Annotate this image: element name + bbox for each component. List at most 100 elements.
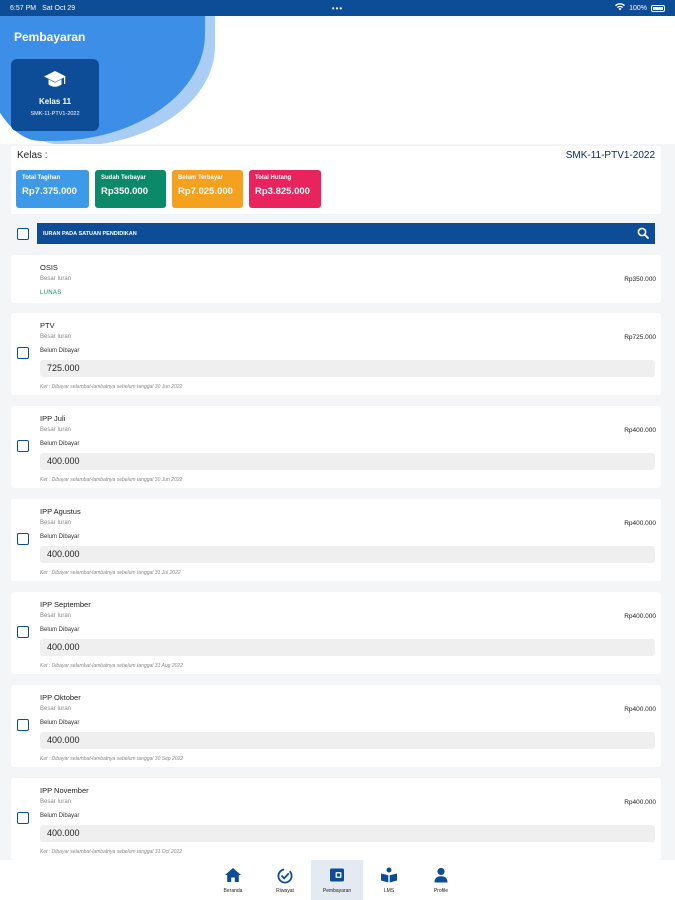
tab-riwayat[interactable]: Riwayat: [259, 860, 311, 900]
list-item-ptv: PTV Besar Iuran Rp725.000 Belum Dibayar …: [11, 313, 661, 395]
tab-profile[interactable]: Profile: [415, 860, 467, 900]
list-item-ipp-juli: IPP Juli Besar Iuran Rp400.000 Belum Dib…: [11, 406, 661, 488]
bottom-tab-bar: Beranda Riwayat Pembayaran LMS Profile: [0, 860, 675, 900]
item-title: PTV: [40, 321, 55, 330]
item-note: Ket : Dibayar selambat-lambatnya sebelum…: [40, 849, 183, 855]
summary-class-code: SMK-11-PTV1-2022: [565, 150, 655, 161]
item-note: Ket : Dibayar selambat-lambatnya sebelum…: [40, 384, 183, 390]
list-item-ipp-oktober: IPP Oktober Besar Iuran Rp400.000 Belum …: [11, 685, 661, 767]
item-checkbox[interactable]: [17, 533, 29, 545]
item-note: Ket : Dibayar selambat-lambatnya sebelum…: [40, 663, 183, 669]
summary-panel: Kelas : SMK-11-PTV1-2022 Total Tagihan R…: [11, 146, 661, 214]
multitasking-dots[interactable]: •••: [332, 4, 343, 13]
item-title: IPP Oktober: [40, 693, 81, 702]
stat-title: Total Tagihan: [22, 175, 61, 181]
search-icon[interactable]: [637, 227, 649, 241]
item-amount: Rp400.000: [624, 799, 656, 806]
battery-percent: 100%: [629, 4, 647, 12]
item-status: Belum Dibayar: [40, 348, 80, 354]
stat-total-hutang: Total Hutang Rp3.825.000: [249, 170, 321, 208]
item-title: IPP November: [40, 786, 89, 795]
item-checkbox[interactable]: [17, 347, 29, 359]
history-icon: [259, 867, 311, 885]
item-amount: Rp400.000: [624, 613, 656, 620]
item-title: IPP Juli: [40, 414, 66, 423]
item-title: IPP Agustus: [40, 507, 81, 516]
item-subtitle: Besar Iuran: [40, 613, 72, 619]
stat-value: Rp350.000: [101, 186, 149, 197]
wallet-icon: [311, 867, 363, 885]
tab-label: LMS: [383, 888, 395, 894]
stat-sudah-terbayar: Sudah Terbayar Rp350.000: [95, 170, 166, 208]
item-checkbox[interactable]: [17, 440, 29, 452]
item-amount: Rp400.000: [624, 427, 656, 434]
item-amount: Rp400.000: [624, 706, 656, 713]
header: Pembayaran Kelas 11 SMK-11-PTV1-2022: [0, 16, 675, 144]
battery-icon: [651, 4, 665, 12]
item-amount: Rp725.000: [624, 334, 656, 341]
graduation-cap-icon: [11, 70, 99, 92]
amount-input[interactable]: 400.000: [40, 732, 655, 749]
stat-value: Rp7.025.000: [178, 186, 233, 197]
amount-input[interactable]: 725.000: [40, 360, 655, 377]
item-note: Ket : Dibayar selambat-lambatnya sebelum…: [40, 756, 184, 762]
stat-belum-terbayar: Belum Terbayar Rp7.025.000: [172, 170, 243, 208]
section-title: IURAN PADA SATUAN PENDIDIKAN: [43, 230, 137, 237]
amount-input[interactable]: 400.000: [40, 639, 655, 656]
list-item-ipp-agustus: IPP Agustus Besar Iuran Rp400.000 Belum …: [11, 499, 661, 581]
class-card[interactable]: Kelas 11 SMK-11-PTV1-2022: [11, 59, 99, 131]
tab-lms[interactable]: LMS: [363, 860, 415, 900]
tab-label: Riwayat: [276, 888, 294, 894]
stat-value: Rp7.375.000: [22, 186, 77, 197]
tab-label: Profile: [433, 888, 449, 894]
list-item-ipp-september: IPP September Besar Iuran Rp400.000 Belu…: [11, 592, 661, 674]
home-icon: [207, 867, 259, 885]
user-icon: [415, 867, 467, 885]
tab-pembayaran[interactable]: Pembayaran: [311, 860, 363, 900]
item-checkbox[interactable]: [17, 812, 29, 824]
item-note: Ket : Dibayar selambat-lambatnya sebelum…: [40, 477, 183, 483]
item-subtitle: Besar Iuran: [40, 706, 72, 712]
list-item-osis: OSIS Besar Iuran Rp350.000 LUNAS: [11, 255, 661, 303]
item-amount: Rp400.000: [624, 520, 656, 527]
status-bar: 6:57 PM Sat Oct 29 ••• 100%: [0, 0, 675, 16]
item-status: Belum Dibayar: [40, 441, 80, 447]
book-icon: [363, 867, 415, 885]
item-amount: Rp350.000: [624, 276, 656, 283]
list-item-ipp-november: IPP November Besar Iuran Rp400.000 Belum…: [11, 778, 661, 860]
tab-label: Pembayaran: [322, 888, 352, 894]
tab-label: Beranda: [223, 888, 243, 894]
item-status: Belum Dibayar: [40, 720, 80, 726]
item-checkbox[interactable]: [17, 719, 29, 731]
stat-title: Belum Terbayar: [178, 175, 223, 181]
stat-title: Sudah Terbayar: [101, 175, 146, 181]
item-title: IPP September: [40, 600, 91, 609]
item-checkbox[interactable]: [17, 626, 29, 638]
status-badge-paid: LUNAS: [40, 290, 62, 296]
item-subtitle: Besar Iuran: [40, 427, 72, 433]
status-time: 6:57 PM: [10, 4, 37, 12]
stat-value: Rp3.825.000: [255, 186, 310, 197]
select-all-checkbox[interactable]: [17, 228, 29, 240]
class-label: Kelas :: [17, 150, 48, 161]
item-status: Belum Dibayar: [40, 534, 80, 540]
wifi-icon: [615, 3, 626, 13]
amount-input[interactable]: 400.000: [40, 825, 655, 842]
tab-beranda[interactable]: Beranda: [207, 860, 259, 900]
item-subtitle: Besar Iuran: [40, 334, 72, 340]
item-subtitle: Besar Iuran: [40, 799, 72, 805]
stat-total-tagihan: Total Tagihan Rp7.375.000: [16, 170, 89, 208]
stat-title: Total Hutang: [255, 175, 292, 181]
item-title: OSIS: [40, 263, 58, 272]
item-note: Ket : Dibayar selambat-lambatnya sebelum…: [40, 570, 181, 576]
status-date: Sat Oct 29: [42, 4, 76, 12]
item-subtitle: Besar Iuran: [40, 520, 72, 526]
amount-input[interactable]: 400.000: [40, 546, 655, 563]
page-title: Pembayaran: [14, 30, 86, 44]
item-status: Belum Dibayar: [40, 813, 80, 819]
section-header: IURAN PADA SATUAN PENDIDIKAN: [37, 223, 655, 244]
amount-input[interactable]: 400.000: [40, 453, 655, 470]
item-subtitle: Besar Iuran: [40, 276, 72, 282]
class-name: Kelas 11: [38, 97, 72, 106]
item-status: Belum Dibayar: [40, 627, 80, 633]
